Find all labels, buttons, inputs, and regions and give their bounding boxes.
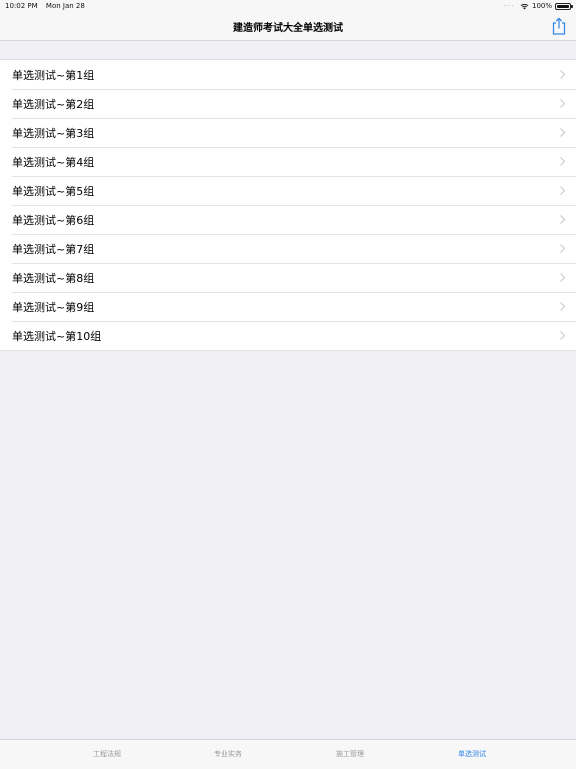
- tab-engineering-law[interactable]: 工程法规: [67, 749, 147, 759]
- list-item-label: 单选测试~第2组: [12, 98, 95, 111]
- list-item[interactable]: 单选测试~第9组: [0, 292, 576, 321]
- list-item[interactable]: 单选测试~第2组: [0, 89, 576, 118]
- list-item[interactable]: 单选测试~第3组: [0, 118, 576, 147]
- list-item-label: 单选测试~第1组: [12, 69, 95, 82]
- chevron-right-icon: [560, 70, 565, 79]
- tab-single-choice-test[interactable]: 单选测试: [432, 749, 512, 759]
- test-group-list: 单选测试~第1组 单选测试~第2组 单选测试~第3组 单选测试~第4组 单选测试…: [0, 59, 576, 351]
- list-item[interactable]: 单选测试~第10组: [0, 321, 576, 350]
- chevron-right-icon: [560, 157, 565, 166]
- list-item-label: 单选测试~第5组: [12, 185, 95, 198]
- battery-icon: [555, 2, 573, 10]
- list-item[interactable]: 单选测试~第4组: [0, 147, 576, 176]
- battery-percent: 100%: [531, 2, 552, 10]
- chevron-right-icon: [560, 99, 565, 108]
- status-time: 10:02 PM: [5, 2, 38, 10]
- chevron-right-icon: [560, 186, 565, 195]
- tab-bar: 工程法规 专业实务 施工管理 单选测试: [0, 739, 576, 769]
- status-bar: 10:02 PM Mon Jan 28 ···· 100%: [0, 0, 576, 12]
- list-item[interactable]: 单选测试~第8组: [0, 263, 576, 292]
- chevron-right-icon: [560, 244, 565, 253]
- page-title: 建造师考试大全单选测试: [233, 23, 343, 34]
- list-item[interactable]: 单选测试~第1组: [0, 60, 576, 89]
- list-item-label: 单选测试~第9组: [12, 301, 95, 314]
- list-item-label: 单选测试~第8组: [12, 272, 95, 285]
- tab-professional-practice[interactable]: 专业实务: [188, 749, 268, 759]
- chevron-right-icon: [560, 215, 565, 224]
- wifi-icon: [520, 3, 529, 9]
- chevron-right-icon: [560, 128, 565, 137]
- multitask-dots-icon: ····: [503, 2, 514, 10]
- list-item-label: 单选测试~第7组: [12, 243, 95, 256]
- status-date: Mon Jan 28: [45, 2, 85, 10]
- list-item-label: 单选测试~第10组: [12, 330, 102, 343]
- list-item[interactable]: 单选测试~第5组: [0, 176, 576, 205]
- chevron-right-icon: [560, 302, 565, 311]
- tab-construction-management[interactable]: 施工管理: [310, 749, 390, 759]
- list-item-label: 单选测试~第6组: [12, 214, 95, 227]
- navigation-bar: 建造师考试大全单选测试: [0, 12, 576, 41]
- share-icon[interactable]: [551, 17, 567, 35]
- list-item[interactable]: 单选测试~第6组: [0, 205, 576, 234]
- list-item-label: 单选测试~第3组: [12, 127, 95, 140]
- chevron-right-icon: [560, 331, 565, 340]
- list-item-label: 单选测试~第4组: [12, 156, 95, 169]
- list-item[interactable]: 单选测试~第7组: [0, 234, 576, 263]
- chevron-right-icon: [560, 273, 565, 282]
